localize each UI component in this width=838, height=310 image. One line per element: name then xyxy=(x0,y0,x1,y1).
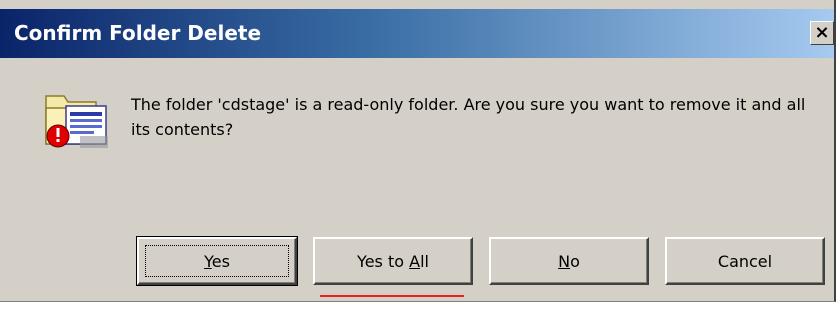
title-bar[interactable]: Confirm Folder Delete × xyxy=(0,9,834,58)
cancel-button-label: Cancel xyxy=(717,251,773,271)
confirm-folder-delete-dialog: Confirm Folder Delete × The folder 'cdst… xyxy=(0,0,836,302)
dialog-title: Confirm Folder Delete xyxy=(14,21,262,45)
no-button[interactable]: No xyxy=(489,237,649,285)
no-button-label: No xyxy=(558,251,580,271)
cancel-button[interactable]: Cancel xyxy=(665,237,825,285)
yes-button[interactable]: Yes xyxy=(136,236,298,286)
close-icon: × xyxy=(814,22,830,43)
highlight-underline xyxy=(320,295,464,297)
dialog-body: The folder 'cdstage' is a read-only fold… xyxy=(0,58,834,302)
yes-to-all-button-label: Yes to All xyxy=(357,251,429,271)
dialog-message: The folder 'cdstage' is a read-only fold… xyxy=(131,95,806,139)
yes-to-all-button[interactable]: Yes to All xyxy=(313,237,473,285)
folder-delete-warning-icon xyxy=(45,95,108,148)
close-button[interactable]: × xyxy=(810,21,834,45)
yes-button-label: Yes xyxy=(204,251,230,271)
